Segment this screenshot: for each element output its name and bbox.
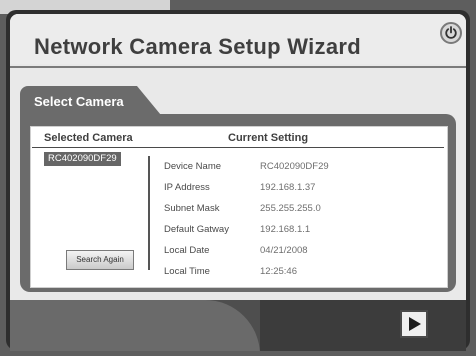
- current-setting-header: Current Setting: [228, 132, 309, 144]
- power-button[interactable]: [440, 22, 462, 44]
- local-date-label: Local Date: [164, 245, 210, 256]
- device-name-label: Device Name: [164, 161, 222, 172]
- local-time-value: 12:25:46: [260, 266, 297, 277]
- subnet-mask-value: 255.255.255.0: [260, 203, 321, 214]
- next-button[interactable]: [400, 310, 428, 338]
- header-divider: [32, 147, 444, 148]
- selected-camera-header: Selected Camera: [44, 132, 133, 144]
- search-again-button[interactable]: Search Again: [66, 250, 134, 270]
- page-title: Network Camera Setup Wizard: [34, 34, 361, 59]
- header: Network Camera Setup Wizard: [10, 14, 466, 64]
- tab-select-camera-label: Select Camera: [34, 94, 124, 109]
- ip-address-value: 192.168.1.37: [260, 182, 316, 193]
- play-triangle-icon: [409, 317, 421, 331]
- footer-curve: [10, 300, 260, 351]
- title-divider: [10, 66, 466, 68]
- default-gateway-label: Default Gatway: [164, 224, 229, 235]
- footer-shade: [260, 300, 466, 351]
- device-name-value: RC402090DF29: [260, 161, 329, 172]
- power-icon: [445, 26, 457, 39]
- ip-address-label: IP Address: [164, 182, 210, 193]
- camera-list-item[interactable]: RC402090DF29: [44, 152, 121, 166]
- subnet-mask-label: Subnet Mask: [164, 203, 220, 214]
- local-date-value: 04/21/2008: [260, 245, 308, 256]
- local-time-label: Local Time: [164, 266, 210, 277]
- column-divider: [148, 156, 150, 270]
- default-gateway-value: 192.168.1.1: [260, 224, 311, 235]
- wizard-window: Network Camera Setup Wizard Select Camer…: [10, 14, 466, 351]
